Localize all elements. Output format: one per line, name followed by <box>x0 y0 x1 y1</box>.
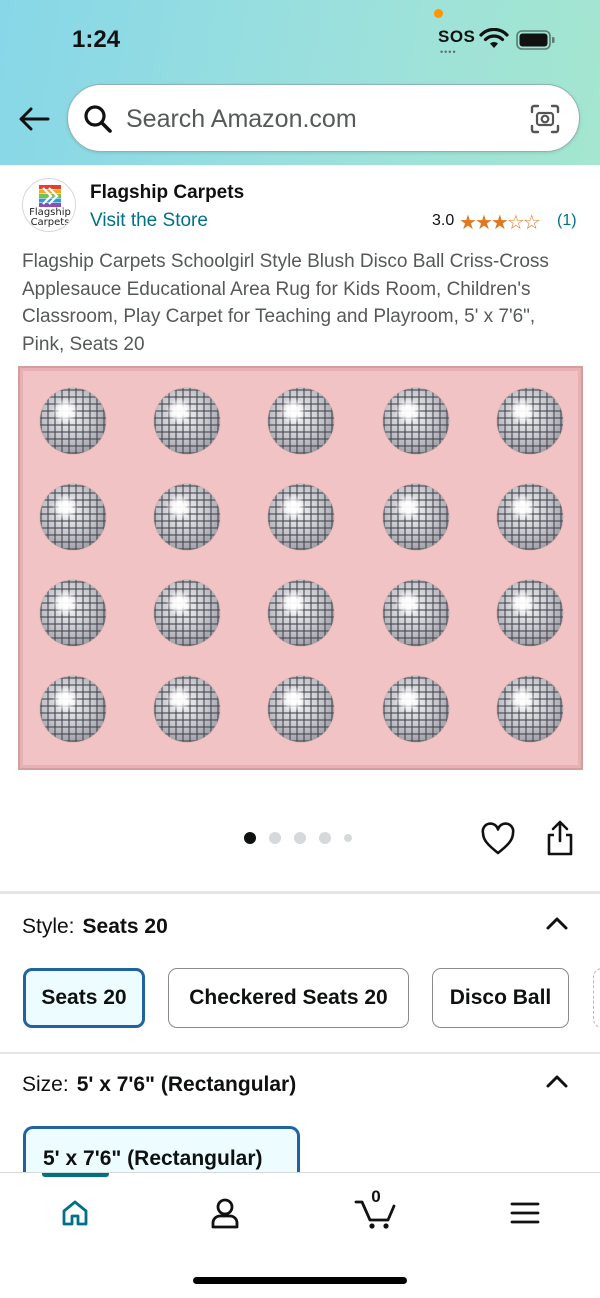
disco-ball-graphic <box>40 388 106 454</box>
disco-ball-graphic <box>154 388 220 454</box>
disco-ball-graphic <box>268 580 334 646</box>
battery-icon <box>516 30 555 50</box>
rating-value: 3.0 <box>432 212 455 229</box>
carousel-dot[interactable] <box>269 832 281 844</box>
style-label: Style: <box>22 915 75 938</box>
search-icon <box>84 105 112 133</box>
camera-icon[interactable] <box>528 102 562 136</box>
tab-menu[interactable] <box>505 1193 545 1233</box>
disco-ball-graphic <box>383 388 449 454</box>
disco-ball-graphic <box>383 580 449 646</box>
disco-ball-graphic <box>40 580 106 646</box>
signal-dots: •••• <box>440 47 457 57</box>
carousel-dot[interactable] <box>319 832 331 844</box>
disco-ball-graphic <box>268 484 334 550</box>
chevron-up-icon[interactable] <box>545 915 569 931</box>
heart-icon[interactable] <box>480 822 516 856</box>
disco-ball-graphic <box>383 676 449 742</box>
size-selected-value: 5' x 7'6" (Rectangular) <box>76 1073 297 1096</box>
tab-home[interactable] <box>55 1193 95 1233</box>
brand-name: Flagship Carpets <box>90 182 245 203</box>
rating-count-link[interactable]: (1) <box>557 212 577 230</box>
brand-logo-mark-icon <box>39 185 61 207</box>
status-time: 1:24 <box>72 26 121 53</box>
search-input[interactable] <box>126 99 516 139</box>
privacy-indicator-dot <box>434 9 443 18</box>
search-bar[interactable] <box>67 84 580 152</box>
disco-ball-graphic <box>497 388 563 454</box>
disco-ball-graphic <box>40 484 106 550</box>
disco-ball-graphic <box>154 484 220 550</box>
disco-ball-graphic <box>497 580 563 646</box>
chevron-up-icon[interactable] <box>545 1073 569 1089</box>
style-selected-value: Seats 20 <box>82 915 168 938</box>
style-option-more[interactable] <box>593 968 600 1028</box>
style-option-checkered-seats-20[interactable]: Checkered Seats 20 <box>168 968 409 1028</box>
home-indicator <box>193 1277 407 1284</box>
star-empty-icon: ☆ <box>506 212 525 234</box>
star-filled-icon: ★ <box>490 212 509 234</box>
tab-account[interactable] <box>205 1193 245 1233</box>
section-divider <box>0 891 600 894</box>
product-image[interactable] <box>18 366 583 770</box>
active-tab-indicator <box>42 1173 109 1177</box>
wifi-icon <box>479 28 509 48</box>
brand-logo-text: Flagship Carpets <box>29 207 71 228</box>
back-button[interactable] <box>16 101 52 137</box>
size-label: Size: <box>22 1073 69 1096</box>
disco-ball-graphic <box>497 484 563 550</box>
tab-cart[interactable]: 0 <box>354 1187 398 1233</box>
share-icon[interactable] <box>544 819 576 857</box>
carousel-dot-active[interactable] <box>244 832 256 844</box>
style-option-disco-ball[interactable]: Disco Ball <box>432 968 569 1028</box>
disco-ball-graphic <box>497 676 563 742</box>
style-selector-label: Style: Seats 20 <box>22 915 168 939</box>
disco-ball-graphic <box>268 676 334 742</box>
cart-count: 0 <box>371 1187 381 1206</box>
disco-ball-graphic <box>154 580 220 646</box>
star-filled-icon: ★ <box>459 212 477 234</box>
carousel-dot[interactable] <box>294 832 306 844</box>
menu-icon <box>510 1202 540 1224</box>
star-empty-icon: ☆ <box>522 212 541 234</box>
disco-ball-graphic <box>154 676 220 742</box>
star-filled-icon: ★ <box>474 212 493 234</box>
back-arrow-icon <box>19 107 50 131</box>
size-selector-label: Size: 5' x 7'6" (Rectangular) <box>22 1073 296 1097</box>
image-carousel-dots[interactable] <box>244 832 352 844</box>
account-icon <box>211 1198 239 1229</box>
home-icon <box>62 1200 88 1226</box>
star-rating[interactable]: ★★★☆☆ <box>459 210 541 235</box>
section-divider <box>0 1052 600 1054</box>
brand-logo[interactable]: Flagship Carpets <box>22 178 76 232</box>
style-option-seats-20[interactable]: Seats 20 <box>23 968 145 1028</box>
disco-ball-graphic <box>383 484 449 550</box>
carousel-dot[interactable] <box>344 834 352 842</box>
disco-ball-graphic <box>268 388 334 454</box>
header: 1:24 SOS •••• <box>0 0 600 165</box>
disco-ball-graphic <box>40 676 106 742</box>
sos-indicator: SOS <box>438 27 476 46</box>
product-title: Flagship Carpets Schoolgirl Style Blush … <box>22 251 549 355</box>
visit-store-link[interactable]: Visit the Store <box>90 210 208 232</box>
